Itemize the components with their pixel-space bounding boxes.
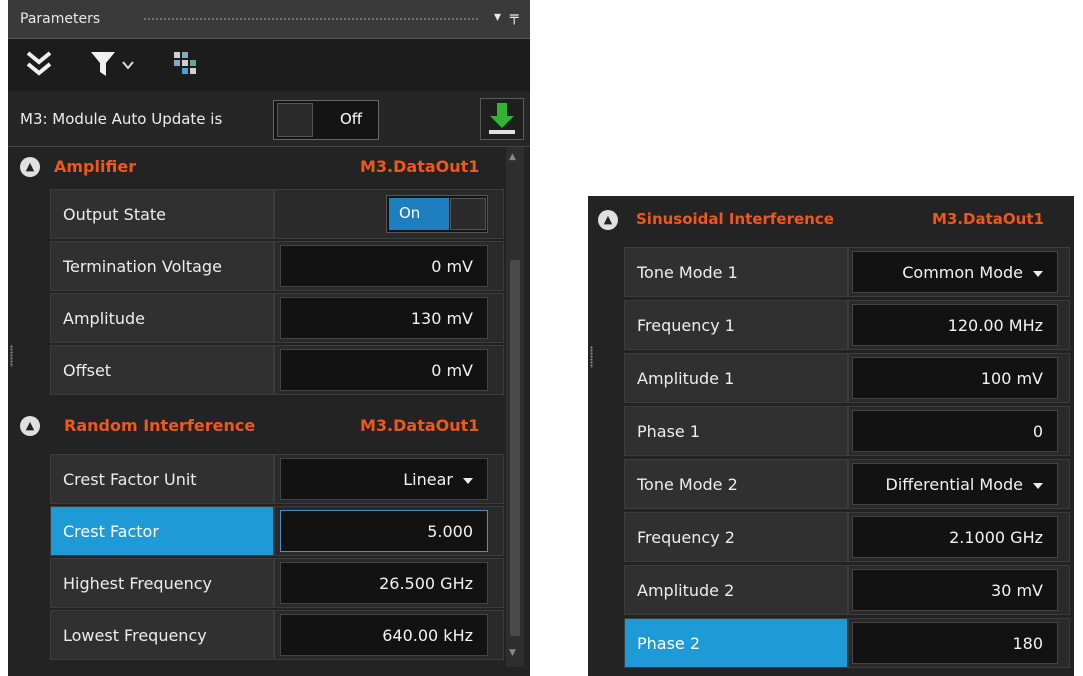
param-row-selected: Phase 2 180 bbox=[624, 618, 1070, 670]
section-module: M3.DataOut1 bbox=[932, 210, 1044, 228]
param-label: Crest Factor bbox=[50, 506, 274, 556]
param-row: Termination Voltage 0 mV bbox=[50, 241, 504, 293]
param-label: Highest Frequency bbox=[50, 558, 274, 608]
pin-icon[interactable]: ╤ bbox=[510, 9, 518, 25]
scrollbar-thumb[interactable] bbox=[510, 260, 520, 636]
param-value-input[interactable]: 0 mV bbox=[280, 349, 488, 391]
download-button[interactable] bbox=[480, 98, 524, 140]
section-collapse-icon[interactable]: ▲ bbox=[20, 416, 40, 436]
param-row: Offset 0 mV bbox=[50, 345, 504, 397]
param-value-input[interactable]: 640.00 kHz bbox=[280, 614, 488, 656]
dropdown-value: Linear bbox=[403, 470, 453, 489]
param-row-selected: Crest Factor 5.000 bbox=[50, 506, 504, 558]
param-label: Frequency 1 bbox=[624, 300, 848, 350]
section-module: M3.DataOut1 bbox=[360, 157, 480, 176]
dropdown-arrow-icon bbox=[1033, 482, 1043, 489]
dropdown-arrow-icon bbox=[1033, 270, 1043, 277]
section-collapse-icon[interactable]: ▲ bbox=[598, 210, 618, 230]
resize-grip-icon[interactable] bbox=[590, 346, 593, 368]
param-value-input[interactable]: 100 mV bbox=[852, 357, 1058, 399]
param-label: Phase 1 bbox=[624, 406, 848, 456]
param-label: Tone Mode 2 bbox=[624, 459, 848, 509]
auto-update-toggle[interactable]: Off bbox=[273, 100, 379, 140]
param-row: Highest Frequency 26.500 GHz bbox=[50, 558, 504, 610]
panel-title: Parameters bbox=[20, 11, 101, 27]
scroll-up-icon[interactable]: ▲ bbox=[509, 152, 516, 162]
auto-update-label: M3: Module Auto Update is bbox=[20, 110, 223, 128]
param-label: Amplitude bbox=[50, 293, 274, 343]
param-row: Frequency 1 120.00 MHz bbox=[624, 300, 1070, 352]
toolbar bbox=[8, 39, 530, 91]
tone-mode-dropdown[interactable]: Common Mode bbox=[852, 251, 1058, 293]
section-collapse-icon[interactable]: ▲ bbox=[20, 157, 40, 177]
toggle-knob bbox=[277, 103, 313, 137]
param-label: Amplitude 1 bbox=[624, 353, 848, 403]
filter-icon[interactable] bbox=[90, 49, 116, 86]
param-value-input[interactable]: 2.1000 GHz bbox=[852, 516, 1058, 558]
param-label: Lowest Frequency bbox=[50, 610, 274, 660]
param-row: Phase 10 bbox=[624, 406, 1070, 458]
random-section-header[interactable]: ▲ Random Interference M3.DataOut1 bbox=[8, 406, 504, 446]
param-value-input[interactable]: 5.000 bbox=[280, 510, 488, 552]
resize-grip-icon[interactable] bbox=[10, 345, 13, 367]
param-row: Output State On bbox=[50, 189, 504, 241]
param-label: Termination Voltage bbox=[50, 241, 274, 291]
param-row: Tone Mode 2 Differential Mode bbox=[624, 459, 1070, 511]
param-label: Tone Mode 1 bbox=[624, 247, 848, 297]
sinusoidal-section-header[interactable]: ▲ Sinusoidal Interference M3.DataOut1 bbox=[588, 200, 1074, 240]
table-icon[interactable] bbox=[171, 49, 199, 84]
scroll-down-icon[interactable]: ▼ bbox=[509, 648, 516, 658]
param-row: Amplitude 1 100 mV bbox=[624, 353, 1070, 405]
section-title: Amplifier bbox=[54, 157, 137, 176]
param-label: Offset bbox=[50, 345, 274, 395]
param-label: Output State bbox=[50, 189, 274, 239]
amplifier-section-header[interactable]: ▲ Amplifier M3.DataOut1 bbox=[8, 147, 504, 187]
toggle-knob bbox=[450, 198, 486, 230]
parameters-panel: Parameters ▾ ╤ M3: Module Auto Update is… bbox=[8, 0, 530, 676]
collapse-all-icon[interactable] bbox=[24, 49, 54, 86]
output-state-value: On bbox=[399, 204, 421, 222]
dropdown-value: Common Mode bbox=[902, 263, 1023, 282]
param-value-input[interactable]: 120.00 MHz bbox=[852, 304, 1058, 346]
auto-update-bar: M3: Module Auto Update is Off bbox=[8, 92, 530, 147]
download-icon bbox=[489, 103, 515, 134]
param-label: Frequency 2 bbox=[624, 512, 848, 562]
section-module: M3.DataOut1 bbox=[360, 416, 480, 435]
panel-titlebar: Parameters ▾ ╤ bbox=[8, 0, 530, 39]
param-row: Frequency 2 2.1000 GHz bbox=[624, 512, 1070, 564]
param-value-input[interactable]: 180 bbox=[852, 622, 1058, 664]
param-value-input[interactable]: 0 mV bbox=[280, 245, 488, 287]
panel-menu-icon[interactable]: ▾ bbox=[494, 9, 501, 25]
param-label: Crest Factor Unit bbox=[50, 454, 274, 504]
titlebar-grip bbox=[143, 17, 480, 21]
param-row: Amplitude 2 30 mV bbox=[624, 565, 1070, 617]
chevron-down-icon[interactable] bbox=[121, 53, 135, 83]
auto-update-state: Off bbox=[340, 110, 363, 128]
param-value-input[interactable]: 0 bbox=[852, 410, 1058, 452]
param-row: Crest Factor Unit Linear bbox=[50, 454, 504, 506]
dropdown-arrow-icon bbox=[463, 477, 473, 484]
param-value-input[interactable]: 30 mV bbox=[852, 569, 1058, 611]
tone-mode-dropdown[interactable]: Differential Mode bbox=[852, 463, 1058, 505]
dropdown-value: Differential Mode bbox=[885, 475, 1024, 494]
crest-factor-unit-dropdown[interactable]: Linear bbox=[280, 458, 488, 500]
section-title: Random Interference bbox=[64, 416, 256, 435]
param-label: Amplitude 2 bbox=[624, 565, 848, 615]
param-row: Tone Mode 1 Common Mode bbox=[624, 247, 1070, 299]
output-state-toggle[interactable]: On bbox=[386, 195, 488, 233]
param-value-input[interactable]: 26.500 GHz bbox=[280, 562, 488, 604]
section-title: Sinusoidal Interference bbox=[636, 210, 834, 228]
param-row: Lowest Frequency 640.00 kHz bbox=[50, 610, 504, 662]
param-label: Phase 2 bbox=[624, 618, 848, 668]
param-value-input[interactable]: 130 mV bbox=[280, 297, 488, 339]
param-row: Amplitude 130 mV bbox=[50, 293, 504, 345]
sinusoidal-panel: ▲ Sinusoidal Interference M3.DataOut1 To… bbox=[588, 196, 1074, 676]
